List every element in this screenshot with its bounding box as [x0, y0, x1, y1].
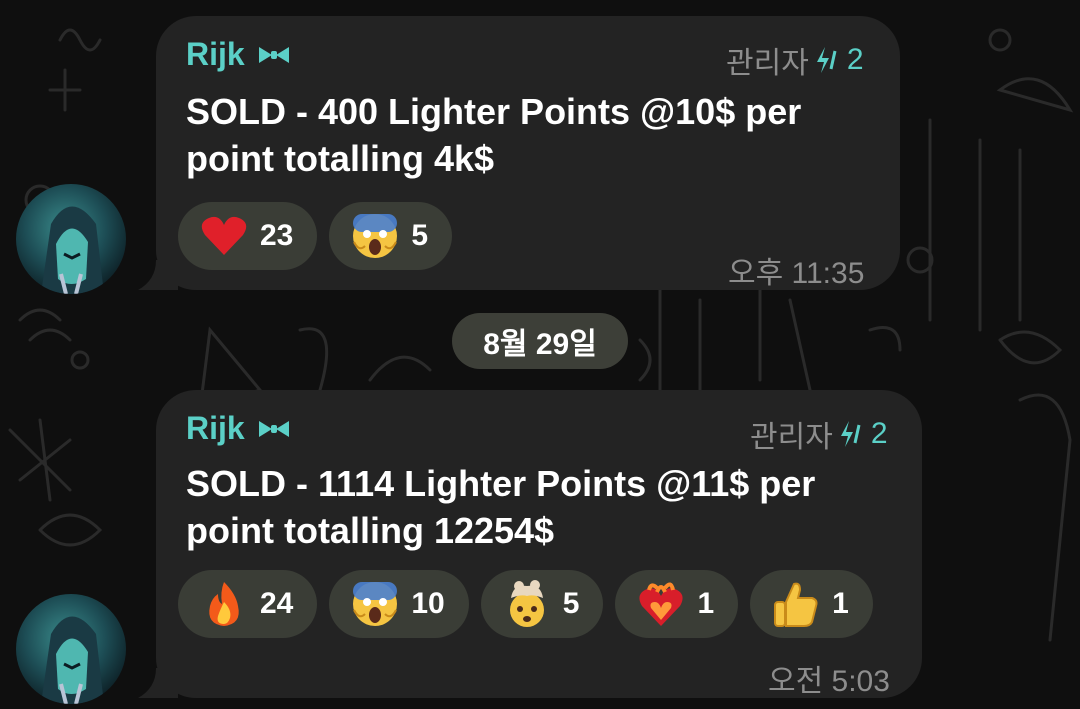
reaction-count: 1: [832, 587, 849, 620]
reaction-chip[interactable]: 5: [329, 202, 453, 270]
bow-tie-icon: [258, 420, 289, 437]
heart-on-fire-icon: [637, 580, 685, 628]
avatar-image: [41, 616, 104, 704]
bow-tie-icon: [258, 46, 289, 63]
exploding-head-icon: [503, 580, 551, 628]
sender-name-text: Rijk: [186, 410, 245, 446]
admin-label: 관리자 2: [726, 38, 864, 82]
message-text: SOLD - 400 Lighter Points @10$ per point…: [186, 88, 801, 182]
reaction-chip[interactable]: 1: [750, 570, 873, 638]
red-heart-icon: [200, 212, 248, 260]
screaming-face-icon: [351, 580, 399, 628]
reaction-count: 1: [697, 587, 715, 620]
fire-icon: [200, 580, 248, 628]
message-line: SOLD - 1114 Lighter Points @11$ per: [186, 463, 816, 504]
reactions-bar: 23 5: [178, 202, 453, 270]
reaction-count: 10: [411, 587, 445, 620]
message-line: SOLD - 400 Lighter Points @10$ per: [186, 91, 802, 132]
reaction-chip[interactable]: 10: [329, 570, 469, 638]
message-bubble[interactable]: Rijk 관리자 2 SOLD - 400 Lighter Points @10…: [138, 16, 900, 290]
sender-name[interactable]: Rijk: [186, 36, 291, 73]
boost-icon: [840, 421, 861, 447]
reaction-chip[interactable]: 23: [178, 202, 318, 270]
admin-label: 관리자 2: [750, 412, 888, 456]
boost-icon: [816, 47, 837, 73]
role-label: 관리자: [750, 421, 833, 454]
reaction-count: 24: [260, 587, 294, 620]
reaction-chip[interactable]: 24: [178, 570, 318, 638]
reaction-count: 23: [260, 219, 294, 252]
screaming-face-icon: [351, 212, 399, 260]
boost-count: 2: [846, 43, 864, 76]
thumbs-up-icon: [772, 580, 820, 628]
reaction-chip[interactable]: 5: [480, 570, 604, 638]
reaction-chip[interactable]: 1: [615, 570, 739, 638]
avatar-image: [41, 206, 104, 294]
date-separator: 8월 29일: [452, 313, 628, 369]
boost-count: 2: [870, 417, 888, 450]
message-line: point totalling 4k$: [186, 138, 495, 179]
bubble-tail: [138, 260, 178, 290]
reaction-count: 5: [562, 587, 580, 620]
message-time: 오전 5:03: [768, 665, 890, 698]
sender-name[interactable]: Rijk: [186, 410, 291, 447]
reaction-count: 5: [411, 219, 429, 252]
role-label: 관리자: [726, 47, 809, 80]
message-line: point totalling 12254$: [186, 510, 555, 551]
bubble-tail: [138, 668, 178, 698]
message-bubble[interactable]: Rijk 관리자 2 SOLD - 1114 Lighter Points @1…: [138, 390, 922, 698]
avatar[interactable]: [16, 594, 126, 704]
avatar[interactable]: [16, 184, 126, 294]
reactions-bar: 24 10 5 1 1: [178, 570, 873, 638]
message-time: 오후 11:35: [728, 257, 865, 290]
sender-name-text: Rijk: [186, 36, 245, 72]
message-text: SOLD - 1114 Lighter Points @11$ per poin…: [186, 460, 815, 554]
